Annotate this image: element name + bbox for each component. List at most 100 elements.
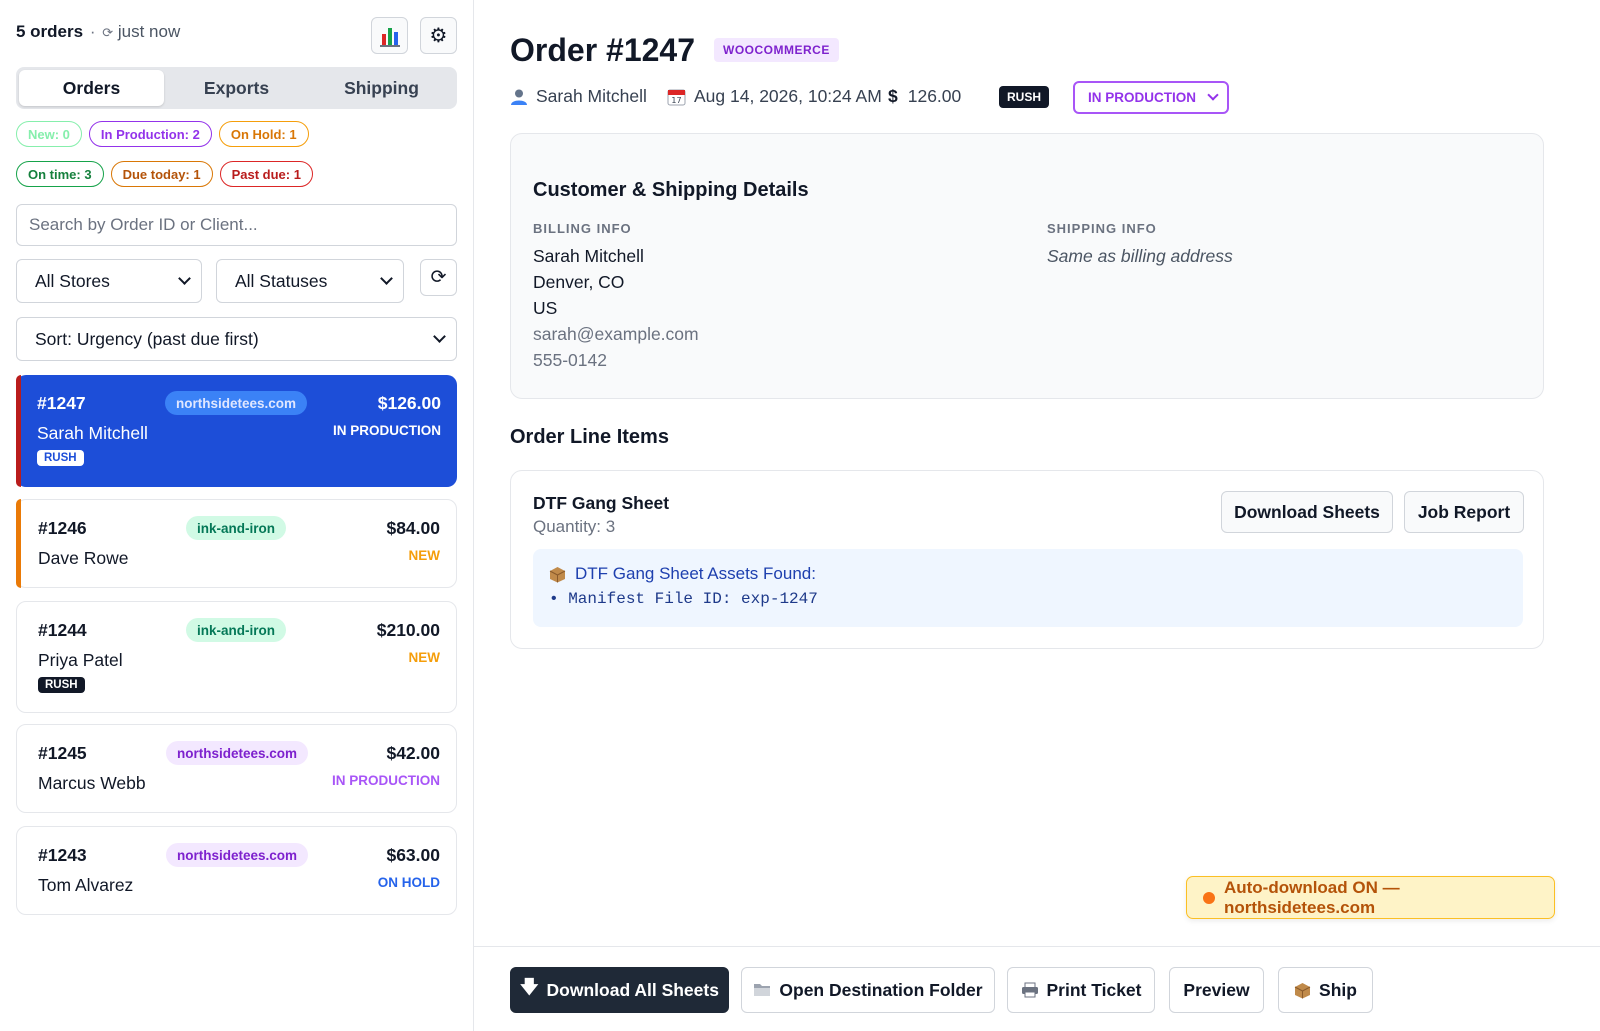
action-footer: 🡇 Download All Sheets Open Destination F… [474, 946, 1600, 1031]
line-items-title: Order Line Items [510, 426, 669, 448]
order-total: 126.00 [907, 86, 962, 106]
job-report-button[interactable]: Job Report [1404, 491, 1524, 533]
sync-icon: ⟳ [102, 25, 114, 40]
package-icon [1294, 982, 1311, 998]
platform-badge: WOOCOMMERCE [714, 38, 839, 62]
billing-phone: 555-0142 [533, 350, 607, 370]
order-amount: $210.00 [376, 620, 440, 640]
sort-select[interactable]: Sort: Urgency (past due first) [16, 317, 457, 361]
refresh-button[interactable]: ⟳ [420, 259, 457, 296]
date-meta: 17 Aug 14, 2026, 10:24 AM [667, 86, 882, 107]
gear-icon: ⚙ [429, 25, 448, 47]
billing-city: Denver, CO [533, 272, 625, 292]
billing-email: sarah@example.com [533, 324, 699, 344]
store-badge: northsidetees.com [166, 741, 309, 765]
customer-meta: Sarah Mitchell [510, 86, 647, 107]
ship-button[interactable]: Ship [1278, 967, 1373, 1013]
store-badge: ink-and-iron [186, 516, 286, 540]
auto-download-toast: Auto-download ON — northsidetees.com [1186, 876, 1555, 919]
order-card[interactable]: #1243 northsidetees.com $63.00 Tom Alvar… [16, 826, 457, 915]
rush-badge: RUSH [38, 677, 85, 693]
bar-chart-icon [379, 27, 400, 47]
order-amount: $63.00 [386, 845, 440, 865]
order-amount: $126.00 [377, 393, 441, 413]
client-name: Tom Alvarez [38, 875, 134, 895]
due-filter-chips: On time: 3 Due today: 1 Past due: 1 [16, 161, 313, 187]
status-filter-chips: New: 0 In Production: 2 On Hold: 1 [16, 121, 309, 147]
tab-orders[interactable]: Orders [19, 70, 164, 106]
package-icon [549, 566, 566, 582]
chip-new[interactable]: New: 0 [16, 121, 82, 147]
shipping-address: Same as billing address [1047, 246, 1233, 266]
chip-on-time[interactable]: On time: 3 [16, 161, 104, 187]
status-label: IN PRODUCTION [333, 423, 441, 438]
status-label: NEW [408, 650, 441, 665]
calendar-icon: 17 [667, 89, 686, 106]
customer-details-panel: Customer & Shipping Details BILLING INFO… [510, 133, 1544, 399]
assets-title: DTF Gang Sheet Assets Found: [575, 564, 816, 583]
search-input[interactable] [16, 204, 457, 246]
tab-exports[interactable]: Exports [164, 70, 309, 106]
shipping-caption: SHIPPING INFO [1047, 221, 1157, 236]
item-quantity: Quantity: 3 [533, 517, 616, 536]
chip-on-hold[interactable]: On Hold: 1 [218, 121, 309, 147]
billing-caption: BILLING INFO [533, 221, 632, 236]
chip-past-due[interactable]: Past due: 1 [219, 161, 313, 187]
rush-badge: RUSH [37, 450, 84, 466]
order-id: #1245 [38, 743, 87, 763]
billing-country: US [533, 298, 558, 318]
chip-in-production[interactable]: In Production: 2 [88, 121, 212, 147]
order-amount: $42.00 [386, 743, 440, 763]
store-filter-select[interactable]: All Stores [16, 259, 202, 303]
status-label: ON HOLD [377, 875, 440, 890]
order-card[interactable]: #1247 northsidetees.com $126.00 Sarah Mi… [16, 375, 457, 487]
order-summary-header: 5 orders · ⟳ just now [16, 22, 181, 41]
order-amount: $84.00 [386, 518, 440, 538]
order-status-select[interactable]: IN PRODUCTION [1073, 81, 1229, 114]
status-label: NEW [408, 548, 441, 563]
order-card[interactable]: #1244 ink-and-iron $210.00 Priya Patel N… [16, 601, 457, 713]
order-id: #1243 [38, 845, 87, 865]
item-name: DTF Gang Sheet [533, 493, 670, 513]
order-id: #1244 [38, 620, 87, 640]
order-card[interactable]: #1245 northsidetees.com $42.00 Marcus We… [16, 724, 457, 813]
chevron-down-icon [433, 330, 446, 343]
chip-due-today[interactable]: Due today: 1 [110, 161, 213, 187]
svg-text:17: 17 [671, 96, 681, 105]
manifest-line: • Manifest File ID: exp-1247 [549, 590, 818, 608]
stats-button[interactable] [371, 17, 408, 54]
store-badge: northsidetees.com [166, 843, 309, 867]
billing-name: Sarah Mitchell [533, 246, 644, 266]
tab-shipping[interactable]: Shipping [309, 70, 454, 106]
customer-name: Sarah Mitchell [536, 86, 647, 106]
order-card[interactable]: #1246 ink-and-iron $84.00 Dave Rowe NEW [16, 499, 457, 588]
preview-button[interactable]: Preview [1169, 967, 1264, 1013]
store-badge: northsidetees.com [165, 391, 308, 415]
order-detail: Order #1247 WOOCOMMERCE Sarah Mitchell 1… [474, 0, 1600, 1031]
total-meta: $ 126.00 [888, 86, 961, 107]
refresh-icon: ⟳ [430, 267, 447, 288]
arrow-down-icon: 🡇 [520, 977, 539, 997]
chevron-down-icon [178, 272, 191, 285]
status-filter-select[interactable]: All Statuses [216, 259, 404, 303]
download-all-button[interactable]: 🡇 Download All Sheets [510, 967, 729, 1013]
settings-button[interactable]: ⚙ [420, 17, 457, 54]
client-name: Dave Rowe [38, 548, 129, 568]
sidebar-tabs: Orders Exports Shipping [16, 67, 457, 109]
client-name: Marcus Webb [38, 773, 146, 793]
download-sheets-button[interactable]: Download Sheets [1221, 491, 1393, 533]
user-icon [511, 89, 527, 105]
status-dot-icon [1203, 891, 1215, 904]
order-date: Aug 14, 2026, 10:24 AM [694, 86, 882, 106]
page-title: Order #1247 [510, 32, 696, 68]
last-updated: just now [117, 22, 181, 41]
store-badge: ink-and-iron [186, 618, 286, 642]
dollar-icon: $ [888, 86, 898, 106]
chevron-down-icon [1207, 89, 1219, 101]
status-label: IN PRODUCTION [332, 773, 440, 788]
open-folder-button[interactable]: Open Destination Folder [741, 967, 995, 1013]
print-ticket-button[interactable]: Print Ticket [1007, 967, 1155, 1013]
order-id: #1246 [38, 518, 87, 538]
client-name: Priya Patel [38, 650, 123, 670]
assets-found-box: DTF Gang Sheet Assets Found: • Manifest … [533, 549, 1523, 627]
